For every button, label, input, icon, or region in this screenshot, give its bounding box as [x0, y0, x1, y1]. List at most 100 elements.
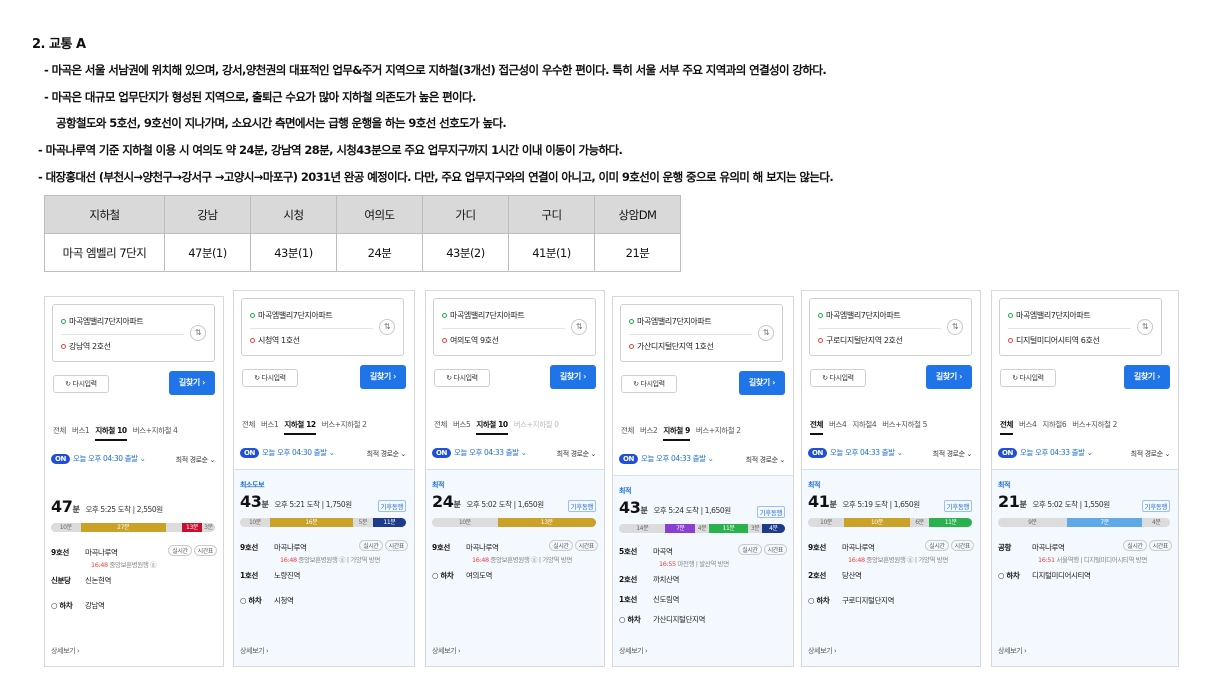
route-button[interactable]: 길찾기 ›	[550, 365, 596, 389]
route-tab[interactable]: 전체	[53, 426, 66, 435]
on-toggle[interactable]: ON	[51, 454, 71, 464]
departure-time[interactable]: ON 오늘 오후 04:33 출발 ⌄	[808, 447, 903, 458]
route-tab[interactable]: 전체	[810, 420, 823, 435]
sort-dropdown[interactable]: 최적 경로순 ⌄	[933, 449, 973, 459]
timetable-button[interactable]: 시간표	[193, 545, 217, 556]
on-toggle[interactable]: ON	[998, 448, 1018, 458]
departure-time[interactable]: ON 오늘 오후 04:33 출발 ⌄	[619, 453, 714, 464]
route-tab[interactable]: 버스+지하철 5	[882, 420, 927, 429]
on-toggle[interactable]: ON	[240, 448, 260, 458]
route-search-box[interactable]: 마곡엠밸리7단지아파트시청역 1호선 ⇅	[241, 298, 404, 356]
reset-button[interactable]: ↻ 다시입력	[53, 375, 109, 393]
route-tab[interactable]: 지하철 10	[476, 420, 508, 435]
departure-time[interactable]: ON 오늘 오후 04:30 출발 ⌄	[51, 453, 146, 464]
realtime-button[interactable]: 실시간	[738, 544, 762, 555]
route-tab[interactable]: 지하철 9	[663, 426, 690, 441]
departure-time[interactable]: ON 오늘 오후 04:33 출발 ⌄	[998, 447, 1093, 458]
route-search-box[interactable]: 마곡엠밸리7단지아파트강남역 2호선 ⇅	[52, 304, 215, 362]
route-result[interactable]: 최적 41분 오후 5:19 도착 | 1,650원 기후동행 10분 10분 6분 11분 9…	[802, 469, 980, 666]
realtime-button[interactable]: 실시간	[359, 540, 383, 551]
destination-field[interactable]: 여의도역 9호선	[442, 335, 499, 346]
details-link[interactable]: 상세보기 ›	[619, 646, 648, 656]
route-result[interactable]: 최적 43분 오후 5:24 도착 | 1,650원 기후동행 14분 7분 4분 11분 3분…	[613, 475, 793, 666]
route-tab[interactable]: 버스+지하철 2	[322, 420, 367, 429]
realtime-button[interactable]: 실시간	[168, 545, 192, 556]
details-link[interactable]: 상세보기 ›	[808, 646, 837, 656]
route-search-box[interactable]: 마곡엠밸리7단지아파트여의도역 9호선 ⇅	[433, 298, 596, 356]
reset-button[interactable]: ↻ 다시입력	[810, 369, 866, 387]
route-button[interactable]: 길찾기 ›	[1124, 365, 1170, 389]
route-button[interactable]: 길찾기 ›	[360, 365, 406, 389]
swap-icon[interactable]: ⇅	[190, 325, 206, 341]
route-tab[interactable]: 버스+지하철 0	[514, 420, 559, 429]
destination-field[interactable]: 강남역 2호선	[61, 341, 111, 352]
origin-field[interactable]: 마곡엠밸리7단지아파트	[250, 310, 333, 321]
realtime-button[interactable]: 실시간	[925, 540, 949, 551]
route-result[interactable]: 최소도보 43분 오후 5:21 도착 | 1,750원 기후동행 10분 16분 5분 11…	[234, 469, 414, 666]
realtime-button[interactable]: 실시간	[1123, 540, 1147, 551]
route-result[interactable]: 최적 24분 오후 5:02 도착 | 1,650원 기후동행 10분 13분 9호선 마곡나…	[426, 469, 604, 666]
sort-dropdown[interactable]: 최적 경로순 ⌄	[367, 449, 407, 459]
route-tab[interactable]: 전체	[434, 420, 447, 429]
origin-field[interactable]: 마곡엠밸리7단지아파트	[61, 316, 144, 327]
on-toggle[interactable]: ON	[432, 448, 452, 458]
details-link[interactable]: 상세보기 ›	[51, 646, 80, 656]
route-tab[interactable]: 버스1	[72, 426, 90, 435]
route-tab[interactable]: 전체	[621, 426, 634, 435]
destination-field[interactable]: 구로디지털단지역 2호선	[818, 335, 903, 346]
sort-dropdown[interactable]: 최적 경로순 ⌄	[746, 455, 786, 465]
swap-icon[interactable]: ⇅	[379, 319, 395, 335]
origin-field[interactable]: 마곡엠밸리7단지아파트	[629, 316, 712, 327]
details-link[interactable]: 상세보기 ›	[998, 646, 1027, 656]
route-tab[interactable]: 버스4	[829, 420, 847, 429]
reset-button[interactable]: ↻ 다시입력	[1000, 369, 1056, 387]
route-result[interactable]: 47분 오후 5:25 도착 | 2,550원 10분 27분 13분 3분 9호선 마곡나루…	[45, 475, 223, 666]
reset-button[interactable]: ↻ 다시입력	[434, 369, 490, 387]
route-button[interactable]: 길찾기 ›	[169, 371, 215, 395]
timetable-button[interactable]: 시간표	[763, 544, 787, 555]
route-tab[interactable]: 지하철6	[1042, 420, 1066, 429]
route-tab[interactable]: 전체	[1000, 420, 1013, 435]
route-tab[interactable]: 버스+지하철 2	[1072, 420, 1117, 429]
reset-button[interactable]: ↻ 다시입력	[621, 375, 677, 393]
reset-button[interactable]: ↻ 다시입력	[242, 369, 298, 387]
sort-dropdown[interactable]: 최적 경로순 ⌄	[557, 449, 597, 459]
swap-icon[interactable]: ⇅	[1137, 319, 1153, 335]
route-search-box[interactable]: 마곡엠밸리7단지아파트구로디지털단지역 2호선 ⇅	[809, 298, 972, 356]
swap-icon[interactable]: ⇅	[571, 319, 587, 335]
timetable-button[interactable]: 시간표	[950, 540, 974, 551]
route-tab[interactable]: 지하철4	[852, 420, 876, 429]
route-search-box[interactable]: 마곡엠밸리7단지아파트디지털미디어시티역 6호선 ⇅	[999, 298, 1162, 356]
route-result[interactable]: 최적 21분 오후 5:02 도착 | 1,550원 기후동행 9분 7분 4분 공항 마곡나루…	[992, 469, 1178, 666]
on-toggle[interactable]: ON	[619, 454, 639, 464]
route-button[interactable]: 길찾기 ›	[926, 365, 972, 389]
swap-icon[interactable]: ⇅	[947, 319, 963, 335]
route-tab[interactable]: 버스5	[453, 420, 471, 429]
origin-field[interactable]: 마곡엠밸리7단지아파트	[442, 310, 525, 321]
destination-field[interactable]: 시청역 1호선	[250, 335, 300, 346]
destination-field[interactable]: 디지털미디어시티역 6호선	[1008, 335, 1100, 346]
origin-field[interactable]: 마곡엠밸리7단지아파트	[1008, 310, 1091, 321]
route-tab[interactable]: 지하철 10	[95, 426, 127, 441]
route-tab[interactable]: 버스+지하철 2	[696, 426, 741, 435]
route-search-box[interactable]: 마곡엠밸리7단지아파트가산디지털단지역 1호선 ⇅	[620, 304, 783, 362]
route-tab[interactable]: 지하철 12	[284, 420, 316, 435]
destination-field[interactable]: 가산디지털단지역 1호선	[629, 341, 714, 352]
departure-time[interactable]: ON 오늘 오후 04:30 출발 ⌄	[240, 447, 335, 458]
route-tab[interactable]: 전체	[242, 420, 255, 429]
details-link[interactable]: 상세보기 ›	[432, 646, 461, 656]
sort-dropdown[interactable]: 최적 경로순 ⌄	[1131, 449, 1171, 459]
details-link[interactable]: 상세보기 ›	[240, 646, 269, 656]
sort-dropdown[interactable]: 최적 경로순 ⌄	[176, 455, 216, 465]
swap-icon[interactable]: ⇅	[758, 325, 774, 341]
origin-field[interactable]: 마곡엠밸리7단지아파트	[818, 310, 901, 321]
realtime-button[interactable]: 실시간	[549, 540, 573, 551]
departure-time[interactable]: ON 오늘 오후 04:33 출발 ⌄	[432, 447, 527, 458]
timetable-button[interactable]: 시간표	[574, 540, 598, 551]
on-toggle[interactable]: ON	[808, 448, 828, 458]
route-tab[interactable]: 버스4	[1019, 420, 1037, 429]
timetable-button[interactable]: 시간표	[384, 540, 408, 551]
timetable-button[interactable]: 시간표	[1148, 540, 1172, 551]
route-tab[interactable]: 버스2	[640, 426, 658, 435]
route-tab[interactable]: 버스1	[261, 420, 279, 429]
